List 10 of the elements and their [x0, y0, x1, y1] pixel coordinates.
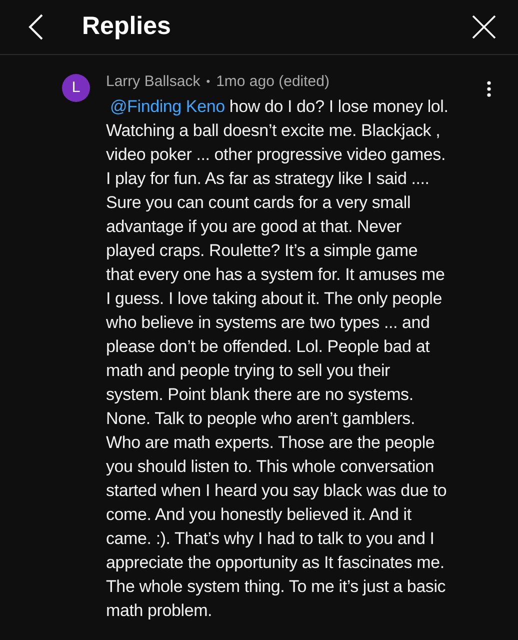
header-title: Replies	[82, 11, 171, 42]
comment-text: @Finding Keno how do I do? I lose money lol. Watching a ball doesn’t excite me. Blackjack , video poker ... other progressive video games. I play for fun. As far as strategy like I said .... Sure you can count cards for a very small advantage if you are good at that. Never played craps. Roulette? It’s a simple game that every one has a system for. It amuses me I guess. I love taking about it. The only people who believe in systems are two types ... and please don’t be offended. Lol. People bad at math and people trying to sell you their system. Point blank there are no systems. None. Talk to people who aren’t gamblers. Who are math experts. Those are the people you should listen to. This whole conversation started when I heard you say black was due to come. And you honestly believed it. And it came. :). That’s why I had to talk to you and I appreciate the opportunity as It fascinates me. The whole system thing. To me it’s just a basic math problem.	[106, 96, 448, 622]
mention-link[interactable]: @Finding Keno	[110, 96, 225, 116]
author-name[interactable]: Larry Ballsack	[106, 71, 200, 94]
avatar[interactable]: L	[62, 74, 90, 102]
back-icon[interactable]	[28, 13, 44, 41]
close-icon[interactable]	[472, 15, 496, 39]
comment-time: 1mo ago (edited)	[216, 72, 330, 92]
separator: •	[206, 75, 210, 90]
more-options-icon[interactable]	[487, 81, 491, 97]
